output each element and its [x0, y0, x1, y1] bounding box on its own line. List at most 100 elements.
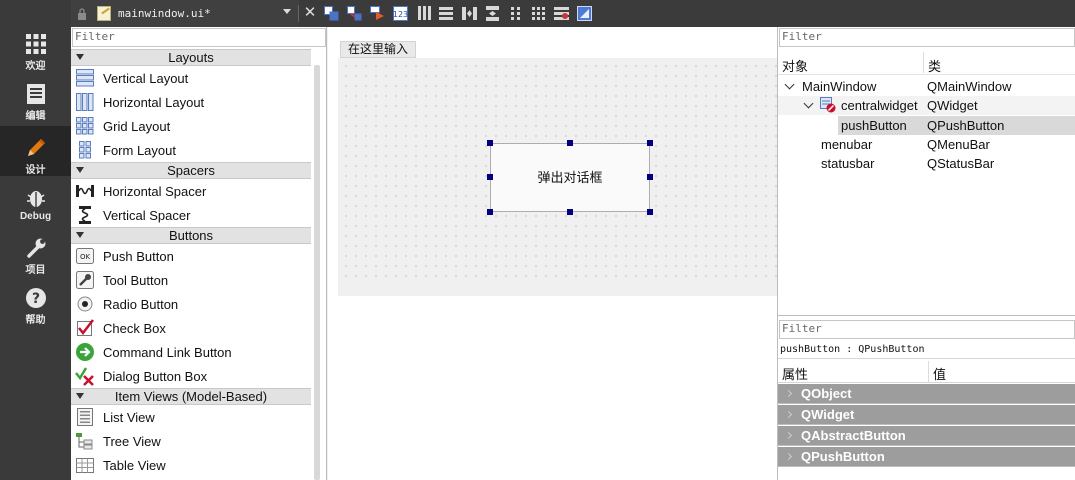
object-class: QWidget [927, 98, 978, 113]
column-value[interactable]: 值 [933, 364, 946, 383]
property-group-qwidget[interactable]: QWidget [778, 405, 1075, 425]
resize-handle-tl[interactable] [487, 140, 493, 146]
mode-label: 欢迎 [25, 61, 46, 72]
vertical-layout-icon [75, 68, 95, 88]
widget-tool-button[interactable]: Tool Button [71, 268, 311, 292]
widget-push-button[interactable]: OK Push Button [71, 244, 311, 268]
widget-command-link-button[interactable]: Command Link Button [71, 340, 311, 364]
mode-debug[interactable]: Debug [0, 176, 71, 226]
close-document-icon[interactable]: ✕ [303, 5, 317, 21]
grid-icon [25, 33, 47, 55]
editor-toolbar: mainwindow.ui* ✕ 123 [71, 0, 1075, 27]
collapse-arrow-icon [76, 54, 84, 60]
edit-buddies-icon[interactable] [370, 6, 385, 21]
adjust-size-icon[interactable] [577, 6, 592, 21]
widget-box-scrollbar[interactable] [314, 65, 320, 480]
edit-tab-order-icon[interactable]: 123 [393, 6, 408, 21]
mode-label: 编辑 [25, 111, 46, 122]
category-buttons[interactable]: Buttons [71, 227, 311, 244]
file-list-dropdown-icon[interactable] [283, 9, 291, 14]
widget-grid-layout[interactable]: Grid Layout [71, 114, 311, 138]
widget-label: Tree View [103, 433, 161, 449]
widget-label: Dialog Button Box [103, 368, 208, 384]
resize-handle-tr[interactable] [647, 140, 653, 146]
resize-handle-bl[interactable] [487, 209, 493, 215]
column-class[interactable]: 类 [928, 56, 941, 75]
column-object[interactable]: 对象 [782, 56, 808, 75]
broken-layout-icon [820, 97, 836, 113]
widget-label: Tool Button [103, 272, 169, 288]
category-label: Buttons [168, 228, 214, 243]
widget-horizontal-spacer[interactable]: Horizontal Spacer [71, 179, 311, 203]
widget-dialog-button-box[interactable]: Dialog Button Box [71, 364, 311, 388]
mode-help[interactable]: ? 帮助 [0, 276, 71, 326]
property-group-qpushbutton[interactable]: QPushButton [778, 447, 1075, 467]
expand-arrow-icon[interactable] [803, 98, 814, 109]
category-layouts[interactable]: Layouts [71, 49, 311, 66]
widget-check-box[interactable]: Check Box [71, 316, 311, 340]
property-filter-input[interactable]: Filter [779, 320, 1075, 339]
widget-table-view[interactable]: Table View [71, 453, 311, 477]
main-window-form[interactable]: 在这里输入 弹出对话框 [338, 39, 777, 296]
edit-widgets-icon[interactable] [324, 6, 339, 21]
mode-design[interactable]: 设计 [0, 126, 71, 176]
mode-welcome[interactable]: 欢迎 [0, 22, 71, 72]
widget-label: Horizontal Layout [103, 94, 205, 110]
edit-signals-slots-icon[interactable] [347, 6, 362, 21]
widget-list-view[interactable]: List View [71, 405, 311, 429]
widget-label: Vertical Spacer [103, 207, 191, 223]
widget-tree-view[interactable]: Tree View [71, 429, 311, 453]
expand-arrow-icon[interactable] [784, 79, 795, 90]
resize-handle-t[interactable] [567, 140, 573, 146]
widget-label: Grid Layout [103, 118, 171, 134]
form-push-button[interactable]: 弹出对话框 [490, 143, 650, 212]
layout-vertical-splitter-icon[interactable] [485, 6, 500, 21]
widget-label: Radio Button [103, 296, 179, 312]
widget-label: Command Link Button [103, 344, 232, 360]
widget-radio-button[interactable]: Radio Button [71, 292, 311, 316]
selected-object-label: pushButton : QPushButton [780, 344, 925, 355]
central-widget-canvas[interactable]: 弹出对话框 [338, 58, 777, 278]
check-box-icon [75, 318, 95, 338]
layout-vertical-icon[interactable] [439, 6, 454, 21]
widget-filter-input[interactable]: Filter [72, 28, 326, 47]
widget-vertical-layout[interactable]: Vertical Layout [71, 66, 311, 90]
widget-horizontal-layout[interactable]: Horizontal Layout [71, 90, 311, 114]
open-file-tab[interactable]: mainwindow.ui* [71, 0, 299, 27]
object-filter-input[interactable]: Filter [779, 28, 1075, 47]
resize-handle-br[interactable] [647, 209, 653, 215]
tree-row-pushbutton[interactable]: pushButton QPushButton [778, 116, 1075, 135]
column-property[interactable]: 属性 [782, 364, 808, 383]
layout-grid-icon[interactable] [531, 6, 546, 21]
widget-vertical-spacer[interactable]: Vertical Spacer [71, 203, 311, 227]
resize-handle-l[interactable] [487, 174, 493, 180]
tree-row-centralwidget[interactable]: centralwidget QWidget [778, 96, 1075, 115]
layout-horizontal-icon[interactable] [417, 6, 432, 21]
widget-form-layout[interactable]: Form Layout [71, 138, 311, 162]
layout-form-icon[interactable] [508, 6, 523, 21]
mode-selector: 欢迎 编辑 设计 Debug 项目 ? 帮助 [0, 0, 71, 480]
tree-row-menubar[interactable]: menubar QMenuBar [778, 135, 1075, 154]
tree-row-statusbar[interactable]: statusbar QStatusBar [778, 154, 1075, 173]
resize-handle-r[interactable] [647, 174, 653, 180]
property-editor-panel: Filter pushButton : QPushButton 属性 值 QOb… [777, 315, 1075, 480]
mode-edit[interactable]: 编辑 [0, 72, 71, 122]
ui-file-icon [97, 6, 111, 21]
layout-horizontal-splitter-icon[interactable] [462, 6, 477, 21]
toolbar-separator [298, 5, 299, 22]
break-layout-icon[interactable] [554, 6, 569, 21]
property-group-qobject[interactable]: QObject [778, 384, 1075, 404]
tree-row-mainwindow[interactable]: MainWindow QMainWindow [778, 77, 1075, 96]
expand-arrow-icon [784, 452, 793, 461]
category-item-views[interactable]: Item Views (Model-Based) [71, 388, 311, 405]
expand-arrow-icon [784, 389, 793, 398]
resize-handle-b[interactable] [567, 209, 573, 215]
menu-type-here[interactable]: 在这里输入 [340, 41, 417, 58]
mode-projects[interactable]: 项目 [0, 226, 71, 276]
property-group-qabstractbutton[interactable]: QAbstractButton [778, 426, 1075, 446]
category-spacers[interactable]: Spacers [71, 162, 311, 179]
wrench-icon [25, 237, 47, 259]
list-view-icon [75, 407, 95, 427]
widget-label: Push Button [103, 248, 174, 264]
tree-view-icon [75, 431, 95, 451]
